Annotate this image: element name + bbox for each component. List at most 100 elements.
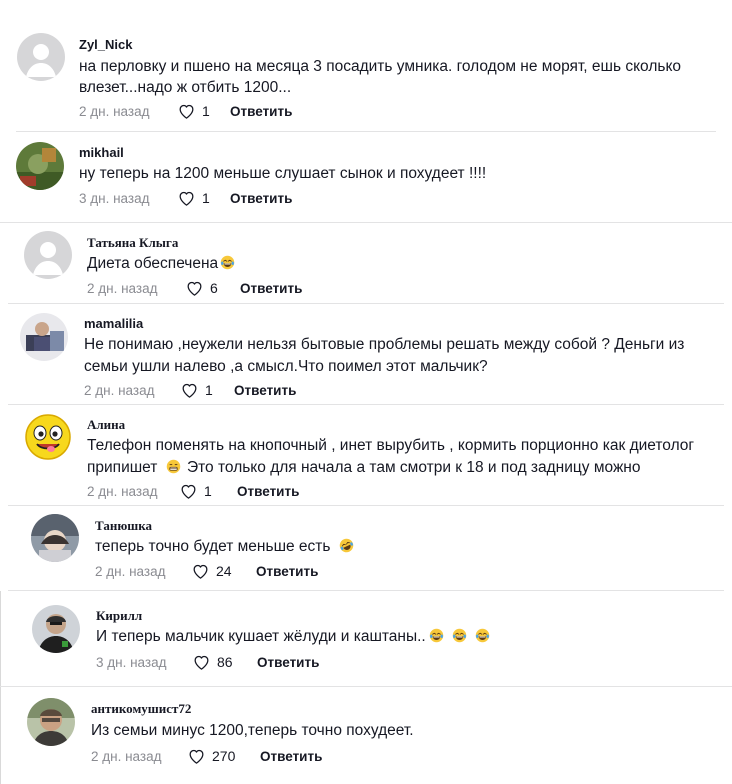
- comment-text: Диета обеспечена: [87, 253, 235, 274]
- thread-line: [0, 687, 1, 784]
- comment-meta: 2 дн. назад 24 Ответить: [95, 563, 395, 583]
- comment-item: антикомушист72 Из семьи минус 1200,тепер…: [0, 687, 732, 784]
- username[interactable]: антикомушист72: [91, 701, 191, 717]
- comment-date: 2 дн. назад: [87, 281, 158, 296]
- avatar[interactable]: [31, 514, 79, 562]
- comment-meta: 3 дн. назад 1 Ответить: [79, 190, 379, 210]
- heart-icon: [187, 281, 202, 296]
- comment-meta: 3 дн. назад 86 Ответить: [96, 654, 396, 674]
- username[interactable]: Алина: [87, 417, 125, 433]
- heart-icon: [181, 484, 196, 499]
- comment-meta: 2 дн. назад 1 Ответить: [84, 382, 384, 402]
- comment-date: 2 дн. назад: [95, 564, 166, 579]
- avatar[interactable]: [32, 605, 80, 653]
- comment-text-line: И теперь мальчик кушает жёлуди и каштаны…: [96, 628, 426, 645]
- like-button[interactable]: 24: [191, 562, 232, 580]
- comment-meta: 2 дн. назад 6 Ответить: [87, 280, 387, 300]
- heart-icon: [182, 383, 197, 398]
- comment-text-line: Диета обеспечена: [87, 255, 219, 272]
- reply-button[interactable]: Ответить: [230, 104, 292, 119]
- default-avatar-icon: [24, 231, 72, 279]
- comment-item: Танюшка теперь точно будет меньше есть 2…: [0, 506, 732, 596]
- avatar[interactable]: [24, 231, 72, 279]
- comment-item: Татьяна Клыга Диета обеспечена 2 дн. наз…: [0, 223, 732, 303]
- like-count: 1: [202, 190, 210, 206]
- like-count: 86: [217, 654, 233, 670]
- thread-line: [0, 591, 1, 686]
- avatar[interactable]: [20, 313, 68, 361]
- photo-avatar-icon: [16, 142, 64, 190]
- like-button[interactable]: 6: [185, 279, 218, 297]
- rofl-emoji-icon: [339, 538, 354, 553]
- smiley-avatar-icon: [24, 413, 72, 461]
- like-button[interactable]: 1: [180, 381, 213, 399]
- comment-text-line: ну теперь на 1200 меньше слушает сынок и…: [79, 165, 487, 182]
- reply-button[interactable]: Ответить: [257, 655, 319, 670]
- like-count: 270: [212, 748, 236, 764]
- laughing-emoji-icon: [220, 255, 235, 270]
- comment-date: 3 дн. назад: [79, 191, 150, 206]
- reply-button[interactable]: Ответить: [256, 564, 318, 579]
- comment-item: Zyl_Nick на перловку и пшено на месяца 3…: [0, 0, 732, 130]
- comment-text-line: теперь точно будет меньше есть: [95, 538, 331, 555]
- comment-item: mamalilia Не понимаю ,неужели нельзя быт…: [0, 304, 732, 404]
- like-count: 1: [202, 103, 210, 119]
- reply-button[interactable]: Ответить: [260, 749, 322, 764]
- photo-avatar-icon: [27, 698, 75, 746]
- like-count: 1: [204, 483, 212, 499]
- comment-meta: 2 дн. назад 1 Ответить: [79, 103, 379, 123]
- reply-button[interactable]: Ответить: [240, 281, 302, 296]
- comment-item: Кирилл И теперь мальчик кушает жёлуди и …: [0, 591, 732, 686]
- laughing-emoji-icon: [475, 628, 489, 643]
- comment-text: теперь точно будет меньше есть: [95, 536, 354, 557]
- laughing-emoji-icon: [429, 628, 443, 643]
- photo-avatar-icon: [31, 514, 79, 562]
- photo-avatar-icon: [32, 605, 80, 653]
- like-button[interactable]: 270: [187, 747, 235, 765]
- comment-date: 3 дн. назад: [96, 655, 167, 670]
- comment-date: 2 дн. назад: [84, 383, 155, 398]
- like-count: 1: [205, 382, 213, 398]
- default-avatar-icon: [17, 33, 65, 81]
- heart-icon: [179, 104, 194, 119]
- comment-text-line: Это только для начала а там смотри к 18 …: [182, 459, 641, 476]
- like-count: 6: [210, 280, 218, 296]
- reply-button[interactable]: Ответить: [230, 191, 292, 206]
- avatar[interactable]: [27, 698, 75, 746]
- comment-text-line: семьи ушли налево ,а смысл.Что поимел эт…: [84, 358, 488, 375]
- avatar[interactable]: [24, 413, 72, 461]
- like-button[interactable]: 1: [177, 189, 210, 207]
- heart-icon: [189, 749, 204, 764]
- comment-item: Алина Телефон поменять на кнопочный , ин…: [0, 405, 732, 505]
- heart-icon: [194, 655, 209, 670]
- username[interactable]: Татьяна Клыга: [87, 235, 178, 251]
- photo-avatar-icon: [20, 313, 68, 361]
- like-button[interactable]: 1: [179, 482, 212, 500]
- reply-button[interactable]: Ответить: [234, 383, 296, 398]
- comment-date: 2 дн. назад: [87, 484, 158, 499]
- avatar[interactable]: [16, 142, 64, 190]
- avatar[interactable]: [17, 33, 65, 81]
- comment-text-line: Из семьи минус 1200,теперь точно похудее…: [91, 722, 414, 739]
- heart-icon: [179, 191, 194, 206]
- comment-meta: 2 дн. назад 1 Ответить: [87, 483, 387, 503]
- laughing-emoji-icon: [452, 628, 466, 643]
- username[interactable]: Кирилл: [96, 608, 142, 624]
- username[interactable]: mikhail: [79, 145, 124, 160]
- comment-meta: 2 дн. назад 270 Ответить: [91, 748, 411, 768]
- comment-text: припишет Это только для начала а там смо…: [87, 457, 641, 478]
- heart-icon: [193, 564, 208, 579]
- like-button[interactable]: 86: [192, 653, 233, 671]
- comment-text-line: Телефон поменять на кнопочный , инет выр…: [87, 437, 695, 454]
- comment-text-line: припишет: [87, 459, 158, 476]
- like-button[interactable]: 1: [177, 102, 210, 120]
- username[interactable]: Танюшка: [95, 518, 152, 534]
- comment-text-line: на перловку и пшено на месяца 3 посадить…: [79, 58, 682, 75]
- reply-button[interactable]: Ответить: [237, 484, 299, 499]
- comment-item: mikhail ну теперь на 1200 меньше слушает…: [0, 132, 732, 222]
- comment-date: 2 дн. назад: [79, 104, 150, 119]
- comment-text: И теперь мальчик кушает жёлуди и каштаны…: [96, 626, 490, 647]
- username[interactable]: Zyl_Nick: [79, 37, 132, 52]
- comment-text-line: Не понимаю ,неужели нельзя бытовые пробл…: [84, 336, 685, 353]
- username[interactable]: mamalilia: [84, 316, 143, 331]
